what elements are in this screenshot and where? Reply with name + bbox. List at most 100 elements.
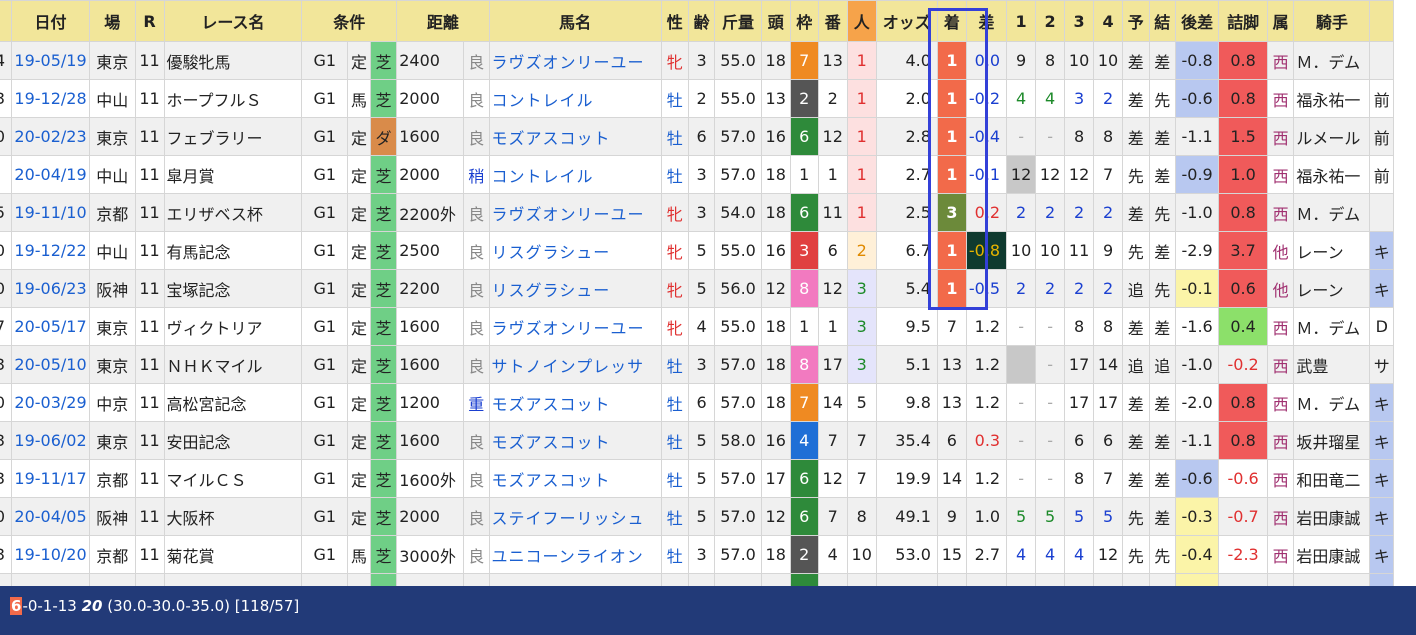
race-name[interactable]: マイルＣＳ <box>163 459 303 498</box>
col-header-corner3[interactable]: 3 <box>1064 0 1095 42</box>
race-date[interactable]: 20-05/10 <box>11 345 90 384</box>
race-date[interactable]: 20-04/05 <box>11 497 90 536</box>
col-header-distance[interactable]: 距離 <box>396 0 490 42</box>
col-header-corner1[interactable]: 1 <box>1006 0 1037 42</box>
jockey[interactable]: Ｍ．デム <box>1293 307 1371 346</box>
race-date[interactable]: 19-05/19 <box>11 41 90 80</box>
table-row[interactable]: 020-04/05阪神11大阪杯G1定芝2000良ステイフーリッシュ牡557.0… <box>0 497 1394 536</box>
col-header-edge[interactable] <box>1369 0 1394 42</box>
col-header-chaku[interactable]: 着 <box>936 0 967 42</box>
race-date[interactable]: 19-11/10 <box>11 193 90 232</box>
col-header-ban[interactable]: 番 <box>817 0 848 42</box>
jockey[interactable]: 福永祐一 <box>1293 79 1371 118</box>
jockey[interactable]: 岩田康誠 <box>1293 497 1371 536</box>
col-header-corner4[interactable]: 4 <box>1093 0 1124 42</box>
jockey[interactable]: レーン <box>1293 269 1371 308</box>
col-header-sa[interactable]: 差 <box>965 0 1008 42</box>
horse-name[interactable]: モズアスコット <box>488 117 662 156</box>
race-date[interactable]: 20-02/23 <box>11 117 90 156</box>
table-row[interactable]: 319-11/17京都11マイルＣＳG1定芝1600外良モズアスコット牡557.… <box>0 459 1394 498</box>
race-name[interactable]: 有馬記念 <box>163 231 303 270</box>
race-name[interactable]: 高松宮記念 <box>163 383 303 422</box>
col-header-kekka[interactable]: 結 <box>1148 0 1176 42</box>
horse-name[interactable]: コントレイル <box>488 79 662 118</box>
race-name[interactable]: ＮＨＫマイル <box>163 345 303 384</box>
col-header-waku[interactable]: 枠 <box>789 0 819 42</box>
col-header-track[interactable]: 場 <box>88 0 136 42</box>
horse-name[interactable]: ステイフーリッシュ <box>488 497 662 536</box>
table-row[interactable]: 019-06/23阪神11宝塚記念G1定芝2200良リスグラシュー牝556.01… <box>0 269 1394 308</box>
horse-name[interactable]: リスグラシュー <box>488 269 662 308</box>
col-header-yoso[interactable]: 予 <box>1122 0 1150 42</box>
col-header-jockey[interactable]: 騎手 <box>1293 0 1371 42</box>
table-row[interactable]: 019-12/22中山11有馬記念G1定芝2500良リスグラシュー牝555.01… <box>0 231 1394 270</box>
horse-name[interactable]: サトノインプレッサ <box>488 345 662 384</box>
race-date[interactable]: 19-06/02 <box>11 421 90 460</box>
race-date[interactable]: 19-12/28 <box>11 573 90 586</box>
table-row[interactable]: 519-11/10京都11エリザベス杯G1定芝2200外良ラヴズオンリーユー牝3… <box>0 193 1394 232</box>
jockey[interactable]: 坂井瑠星 <box>1293 573 1371 586</box>
col-header-age[interactable]: 齢 <box>687 0 716 42</box>
table-row[interactable]: 319-06/02東京11安田記念G1定芝1600良モズアスコット牡558.01… <box>0 421 1394 460</box>
jockey[interactable]: Ｍ．デム <box>1293 193 1371 232</box>
race-name[interactable]: 優駿牝馬 <box>163 41 303 80</box>
race-name[interactable]: 安田記念 <box>163 421 303 460</box>
jockey[interactable]: Ｍ．デム <box>1293 41 1371 80</box>
race-date[interactable]: 20-05/17 <box>11 307 90 346</box>
horse-name[interactable]: モズアスコット <box>488 383 662 422</box>
race-name[interactable]: 宝塚記念 <box>163 269 303 308</box>
col-header-heads[interactable]: 頭 <box>760 0 791 42</box>
jockey[interactable]: レーン <box>1293 231 1371 270</box>
horse-name[interactable]: コントレイル <box>488 155 662 194</box>
col-header-zoku[interactable]: 属 <box>1266 0 1295 42</box>
col-header-horse[interactable]: 馬名 <box>488 0 662 42</box>
race-name[interactable]: ヴィクトリア <box>163 307 303 346</box>
jockey[interactable]: ルメール <box>1293 117 1371 156</box>
horse-name[interactable]: リスグラシュー <box>488 231 662 270</box>
race-date[interactable]: 19-10/20 <box>11 535 90 574</box>
jockey[interactable]: 坂井瑠星 <box>1293 421 1371 460</box>
col-header[interactable] <box>0 0 13 42</box>
horse-name[interactable]: ラヴズオンリーユー <box>488 41 662 80</box>
race-name[interactable]: エリザベス杯 <box>163 193 303 232</box>
col-header-race-name[interactable]: レース名 <box>163 0 303 42</box>
table-row[interactable]: 319-12/28中山11ホープフルＳG1馬芝2000良コントレイル牡255.0… <box>0 79 1394 118</box>
race-date[interactable]: 20-03/29 <box>11 383 90 422</box>
table-row[interactable]: 819-12/28中山11ホープフルＳG1馬芝2000良パンサラッサ牡255.0… <box>0 573 1394 586</box>
table-row[interactable]: 020-02/23東京11フェブラリーG1定ダ1600良モズアスコット牡657.… <box>0 117 1394 156</box>
race-name[interactable]: 皐月賞 <box>163 155 303 194</box>
jockey[interactable]: 岩田康誠 <box>1293 535 1371 574</box>
jockey[interactable]: 武豊 <box>1293 345 1371 384</box>
race-name[interactable]: 菊花賞 <box>163 535 303 574</box>
col-header-race-number[interactable]: R <box>134 0 165 42</box>
col-header-date[interactable]: 日付 <box>11 0 90 42</box>
horse-name[interactable]: モズアスコット <box>488 459 662 498</box>
col-header-sex[interactable]: 性 <box>660 0 689 42</box>
horse-name[interactable]: ラヴズオンリーユー <box>488 193 662 232</box>
table-row[interactable]: 419-05/19東京11優駿牝馬G1定芝2400良ラヴズオンリーユー牝355.… <box>0 41 1394 80</box>
jockey[interactable]: 福永祐一 <box>1293 155 1371 194</box>
race-date[interactable]: 19-12/28 <box>11 79 90 118</box>
col-header-tsumeashi[interactable]: 詰脚 <box>1218 0 1268 42</box>
col-header-atosa[interactable]: 後差 <box>1174 0 1220 42</box>
race-date[interactable]: 20-04/19 <box>11 155 90 194</box>
table-row[interactable]: 320-05/10東京11ＮＨＫマイルG1定芝1600良サトノインプレッサ牡35… <box>0 345 1394 384</box>
table-row[interactable]: 020-03/29中京11高松宮記念G1定芝1200重モズアスコット牡657.0… <box>0 383 1394 422</box>
horse-name[interactable]: パンサラッサ <box>488 573 662 586</box>
col-header-odds[interactable]: オッズ <box>875 0 938 42</box>
race-name[interactable]: フェブラリー <box>163 117 303 156</box>
col-header-corner2[interactable]: 2 <box>1035 0 1066 42</box>
table-row[interactable]: 319-10/20京都11菊花賞G1馬芝3000外良ユニコーンライオン牡357.… <box>0 535 1394 574</box>
table-row[interactable]: 720-05/17東京11ヴィクトリアG1定芝1600良ラヴズオンリーユー牝45… <box>0 307 1394 346</box>
race-date[interactable]: 19-11/17 <box>11 459 90 498</box>
col-header-ninki[interactable]: 人 <box>846 0 877 42</box>
race-name[interactable]: ホープフルＳ <box>163 79 303 118</box>
horse-name[interactable]: ラヴズオンリーユー <box>488 307 662 346</box>
jockey[interactable]: 和田竜二 <box>1293 459 1371 498</box>
col-header-weight[interactable]: 斤量 <box>714 0 762 42</box>
race-date[interactable]: 19-06/23 <box>11 269 90 308</box>
race-name[interactable]: 大阪杯 <box>163 497 303 536</box>
jockey[interactable]: Ｍ．デム <box>1293 383 1371 422</box>
race-date[interactable]: 19-12/22 <box>11 231 90 270</box>
table-row[interactable]: 20-04/19 中山 11 皐月賞 G1 定芝 2000 稍コントレイル牡 3 57.0 18 1 1… <box>0 155 1394 194</box>
